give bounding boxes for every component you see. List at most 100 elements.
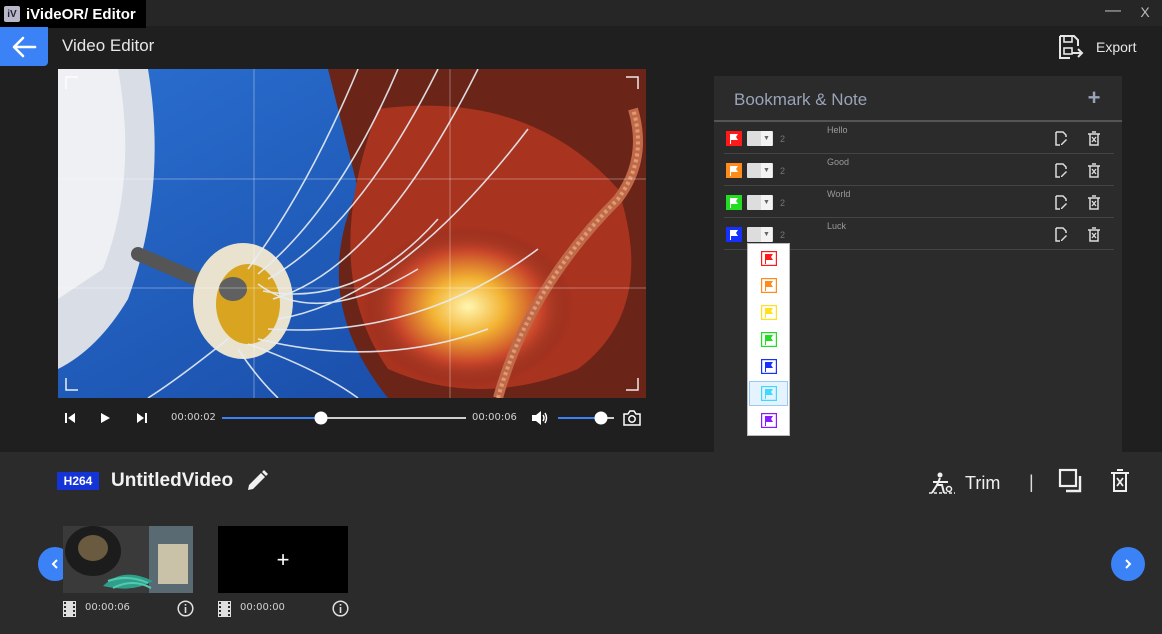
duplicate-button[interactable] — [1058, 468, 1084, 494]
bookmark-count: 2 — [780, 198, 786, 208]
camera-icon — [623, 410, 641, 426]
trash-icon — [1088, 227, 1100, 242]
delete-clip-button[interactable] — [1109, 468, 1131, 494]
snapshot-button[interactable] — [623, 410, 641, 426]
volume-thumb — [594, 411, 608, 425]
flag-color-button[interactable] — [726, 131, 742, 146]
skip-back-icon — [65, 413, 75, 423]
chevron-right-icon — [1125, 559, 1132, 569]
export-button[interactable]: Export — [1056, 32, 1156, 62]
info-icon — [332, 600, 349, 617]
play-button[interactable] — [98, 411, 112, 425]
trim-icon — [929, 472, 955, 494]
flag-color-dropdown — [747, 243, 790, 436]
flag-icon — [726, 163, 742, 178]
bookmark-note[interactable]: Luck — [827, 221, 846, 231]
flag-icon — [726, 227, 742, 242]
flag-color-option[interactable] — [749, 327, 788, 352]
film-icon — [63, 601, 76, 617]
edit-note-button[interactable] — [1054, 227, 1068, 242]
clip-meta: 00:00:00 — [218, 600, 352, 618]
bookmark-note[interactable]: World — [827, 189, 850, 199]
add-bookmark-button[interactable]: + — [1084, 87, 1104, 109]
trim-button[interactable]: Trim — [929, 470, 1009, 496]
duplicate-icon — [1058, 468, 1082, 493]
delete-bookmark-button[interactable] — [1087, 163, 1101, 178]
edit-note-icon — [1055, 195, 1067, 210]
video-preview[interactable] — [58, 69, 646, 398]
flag-select[interactable]: ▼ — [747, 163, 773, 178]
pencil-icon — [248, 470, 268, 490]
flag-select[interactable]: ▼ — [747, 227, 773, 242]
bookmark-row: ▼ 2 World — [724, 186, 1114, 218]
flag-color-button[interactable] — [726, 195, 742, 210]
flag-color-option[interactable] — [749, 354, 788, 379]
flag-icon — [760, 332, 777, 347]
close-window-button[interactable]: X — [1136, 4, 1154, 24]
export-icon — [1059, 35, 1084, 59]
flag-select[interactable]: ▼ — [747, 195, 773, 210]
flag-color-option[interactable] — [749, 300, 788, 325]
flag-color-button[interactable] — [726, 163, 742, 178]
add-clip-button[interactable]: + — [218, 526, 348, 593]
bookmark-row: ▼ 2 Hello — [724, 122, 1114, 154]
trim-label: Trim — [965, 472, 1001, 493]
export-label: Export — [1096, 39, 1137, 55]
clip-thumbnail[interactable] — [63, 526, 193, 593]
timeline-section: H264 UntitledVideo Trim | 00:00:06 + 00:… — [0, 452, 1162, 634]
play-icon — [101, 413, 110, 423]
delete-bookmark-button[interactable] — [1087, 195, 1101, 210]
current-time: 00:00:02 — [171, 412, 216, 423]
back-button[interactable] — [0, 27, 48, 66]
chevron-left-icon — [51, 559, 58, 569]
app-title-block: iV iVideOR/ Editor — [0, 0, 146, 28]
clip-info-button[interactable] — [177, 600, 194, 617]
app-logo-icon: iV — [4, 6, 20, 22]
volume-slider[interactable] — [558, 410, 614, 426]
bookmark-note[interactable]: Hello — [827, 125, 848, 135]
flag-select[interactable]: ▼ — [747, 131, 773, 146]
chevron-down-icon: ▼ — [761, 163, 772, 178]
delete-bookmark-button[interactable] — [1087, 131, 1101, 146]
flag-icon — [760, 278, 777, 293]
edit-note-button[interactable] — [1054, 195, 1068, 210]
total-time: 00:00:06 — [472, 412, 517, 423]
minimize-button[interactable]: — — [1104, 2, 1122, 22]
flag-color-option[interactable] — [749, 273, 788, 298]
scroll-right-button[interactable] — [1111, 547, 1145, 581]
chevron-down-icon: ▼ — [761, 131, 772, 146]
clip-info-button[interactable] — [332, 600, 349, 617]
delete-bookmark-button[interactable] — [1087, 227, 1101, 242]
edit-note-icon — [1055, 227, 1067, 242]
speaker-icon — [532, 411, 548, 425]
bookmark-note[interactable]: Good — [827, 157, 849, 167]
video-frame — [58, 69, 646, 398]
rename-button[interactable] — [245, 469, 269, 493]
bookmark-count: 2 — [780, 230, 786, 240]
video-name: UntitledVideo — [111, 470, 234, 491]
bookmark-panel-title: Bookmark & Note — [734, 90, 868, 109]
trash-icon — [1088, 131, 1100, 146]
flag-color-option[interactable] — [749, 246, 788, 271]
flag-icon — [726, 131, 742, 146]
chevron-down-icon: ▼ — [761, 195, 772, 210]
edit-note-button[interactable] — [1054, 131, 1068, 146]
bookmark-row: ▼ 2 Good — [724, 154, 1114, 186]
volume-button[interactable] — [531, 410, 549, 426]
edit-note-button[interactable] — [1054, 163, 1068, 178]
bookmark-count: 2 — [780, 166, 786, 176]
chevron-down-icon: ▼ — [761, 227, 772, 242]
flag-icon — [726, 195, 742, 210]
flag-color-option[interactable] — [749, 408, 788, 433]
info-icon — [177, 600, 194, 617]
progress-slider[interactable] — [222, 410, 466, 426]
volume-track — [558, 411, 614, 425]
flag-color-option[interactable] — [749, 381, 788, 406]
trash-icon — [1111, 469, 1129, 492]
codec-badge: H264 — [57, 472, 99, 490]
arrow-left-icon — [12, 36, 37, 57]
progress-track — [222, 411, 466, 425]
skip-back-button[interactable] — [63, 411, 77, 425]
skip-forward-button[interactable] — [135, 411, 149, 425]
flag-color-button[interactable] — [726, 227, 742, 242]
